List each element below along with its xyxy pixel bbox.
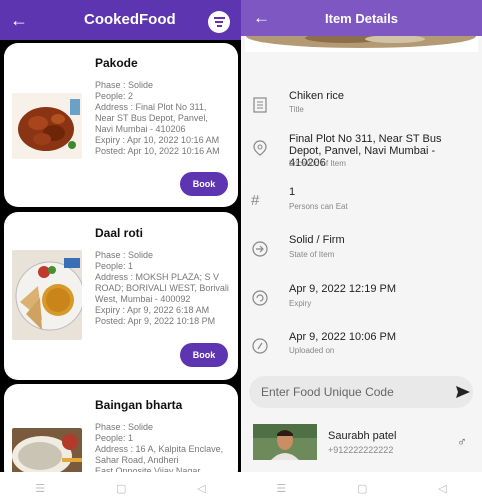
book-button[interactable]: Book [180, 172, 228, 196]
expiry-label: Expiry [289, 299, 312, 308]
app-bar: ← Item Details [241, 0, 482, 36]
persons-label: Persons can Eat [289, 202, 348, 211]
send-icon[interactable] [455, 385, 471, 399]
split-screen: ← CookedFood Pakode Phase: Solide Peopl… [0, 0, 482, 504]
detail-row-persons: # 1 Persons can Eat [241, 186, 482, 226]
expiry-value: Apr 9, 2022 12:19 PM [289, 283, 397, 295]
location-label: Location of Item [289, 159, 346, 168]
state-value: Solid / Firm [289, 234, 345, 246]
male-icon: ♂ [457, 434, 467, 449]
food-name: Baingan bharta [95, 398, 183, 412]
people-text: People: 2 [95, 91, 134, 101]
system-nav-bar: ☰ ▢ ◁ [241, 472, 482, 504]
phase-text: Phase : Solide [95, 80, 154, 90]
upload-circle-icon [252, 338, 268, 354]
location-pin-icon [253, 140, 267, 156]
food-card[interactable]: Daal roti Phase : Solide People: 1 Addre… [4, 212, 238, 380]
back-triangle-icon[interactable]: ◁ [438, 482, 446, 495]
food-details: Phase : Solide People: 1 Address : MOKSH… [95, 250, 235, 327]
cooked-food-screen: ← CookedFood Pakode Phase: Solide Peopl… [0, 0, 241, 504]
food-card[interactable]: Pakode Phase : Solide People: 2 Address … [4, 43, 238, 207]
filter-menu-icon[interactable] [208, 11, 230, 33]
system-nav-bar: ☰ ▢ ◁ [0, 472, 241, 504]
expiry-text: Expiry : Apr 10, 2022 10:16 AM [95, 135, 220, 145]
arrow-circle-icon [252, 241, 268, 257]
app-title: CookedFood [84, 11, 176, 28]
detail-row-state: Solid / Firm State of Item [241, 234, 482, 274]
persons-value: 1 [289, 186, 296, 198]
hash-icon: # [251, 192, 260, 209]
app-bar: ← CookedFood [0, 0, 241, 40]
back-arrow-icon[interactable]: ← [253, 8, 270, 28]
food-image [12, 428, 82, 478]
refresh-circle-icon [252, 290, 268, 306]
expiry-text: Expiry : Apr 9, 2022 6:18 AM [95, 305, 210, 315]
address-line: Address : 16 A, Kalpita Enclave, [95, 444, 224, 454]
address-line: Address : Final Plot No 311, [95, 102, 207, 112]
back-arrow-icon[interactable]: ← [10, 9, 30, 31]
uploader-name: Saurabh patel [328, 430, 397, 442]
food-image [12, 250, 82, 340]
uploaded-value: Apr 9, 2022 10:06 PM [289, 331, 397, 343]
title-label: Title [289, 105, 304, 114]
address-line: Sahar Road, Andheri [95, 455, 179, 465]
food-details: Phase : Solide People: 2 Address : Final… [95, 80, 235, 157]
item-image [245, 36, 478, 52]
address-line: Navi Mumbai - 410206 [95, 124, 186, 134]
address-line: Address : MOKSH PLAZA; S V [95, 272, 220, 282]
title-value: Chiken rice [289, 90, 345, 102]
food-details: Phase : Solide People: 1 Address : 16 A,… [95, 422, 235, 477]
posted-text: Posted: Apr 9, 2022 10:18 PM [95, 316, 216, 326]
food-code-input[interactable] [261, 383, 441, 401]
state-label: State of Item [289, 250, 335, 259]
detail-row-expiry: Apr 9, 2022 12:19 PM Expiry [241, 283, 482, 323]
posted-text: Posted: Apr 10, 2022 10:16 AM [95, 146, 220, 156]
item-details-screen: ← Item Details Chiken rice Title Final P… [241, 0, 482, 504]
food-name: Daal roti [95, 226, 144, 240]
detail-row-title: Chiken rice Title [241, 90, 482, 130]
detail-row-uploaded: Apr 9, 2022 10:06 PM Uploaded on [241, 331, 482, 371]
document-icon [253, 97, 267, 113]
menu-icon[interactable]: ☰ [276, 482, 286, 495]
back-triangle-icon[interactable]: ◁ [197, 482, 205, 495]
home-square-icon[interactable]: ▢ [116, 482, 126, 495]
detail-row-location: Final Plot No 311, Near ST Bus Depot, Pa… [241, 133, 482, 177]
people-text: People: 1 [95, 433, 134, 443]
home-square-icon[interactable]: ▢ [357, 482, 367, 495]
address-line: Near ST Bus Depot, Panvel, [95, 113, 208, 123]
address-line: West, Mumbai - 400092 [95, 294, 191, 304]
uploader-row[interactable]: Saurabh patel +912222222222 ♂ [241, 420, 482, 464]
food-card[interactable]: Baingan bharta Phase : Solide People: 1 … [4, 384, 238, 484]
avatar [253, 424, 317, 460]
phase-text: Phase : Solide [95, 422, 154, 432]
people-text: People: 1 [95, 261, 134, 271]
screen-title: Item Details [325, 11, 398, 26]
uploaded-label: Uploaded on [289, 346, 335, 355]
phase-text: Phase : Solide [95, 250, 154, 260]
food-name: Pakode [95, 56, 138, 70]
book-button[interactable]: Book [180, 343, 228, 367]
food-code-field [249, 376, 473, 408]
food-image [12, 93, 82, 159]
address-line: ROAD; BORIVALI WEST, Borivali [95, 283, 229, 293]
menu-icon[interactable]: ☰ [35, 482, 45, 495]
uploader-phone: +912222222222 [328, 445, 394, 455]
